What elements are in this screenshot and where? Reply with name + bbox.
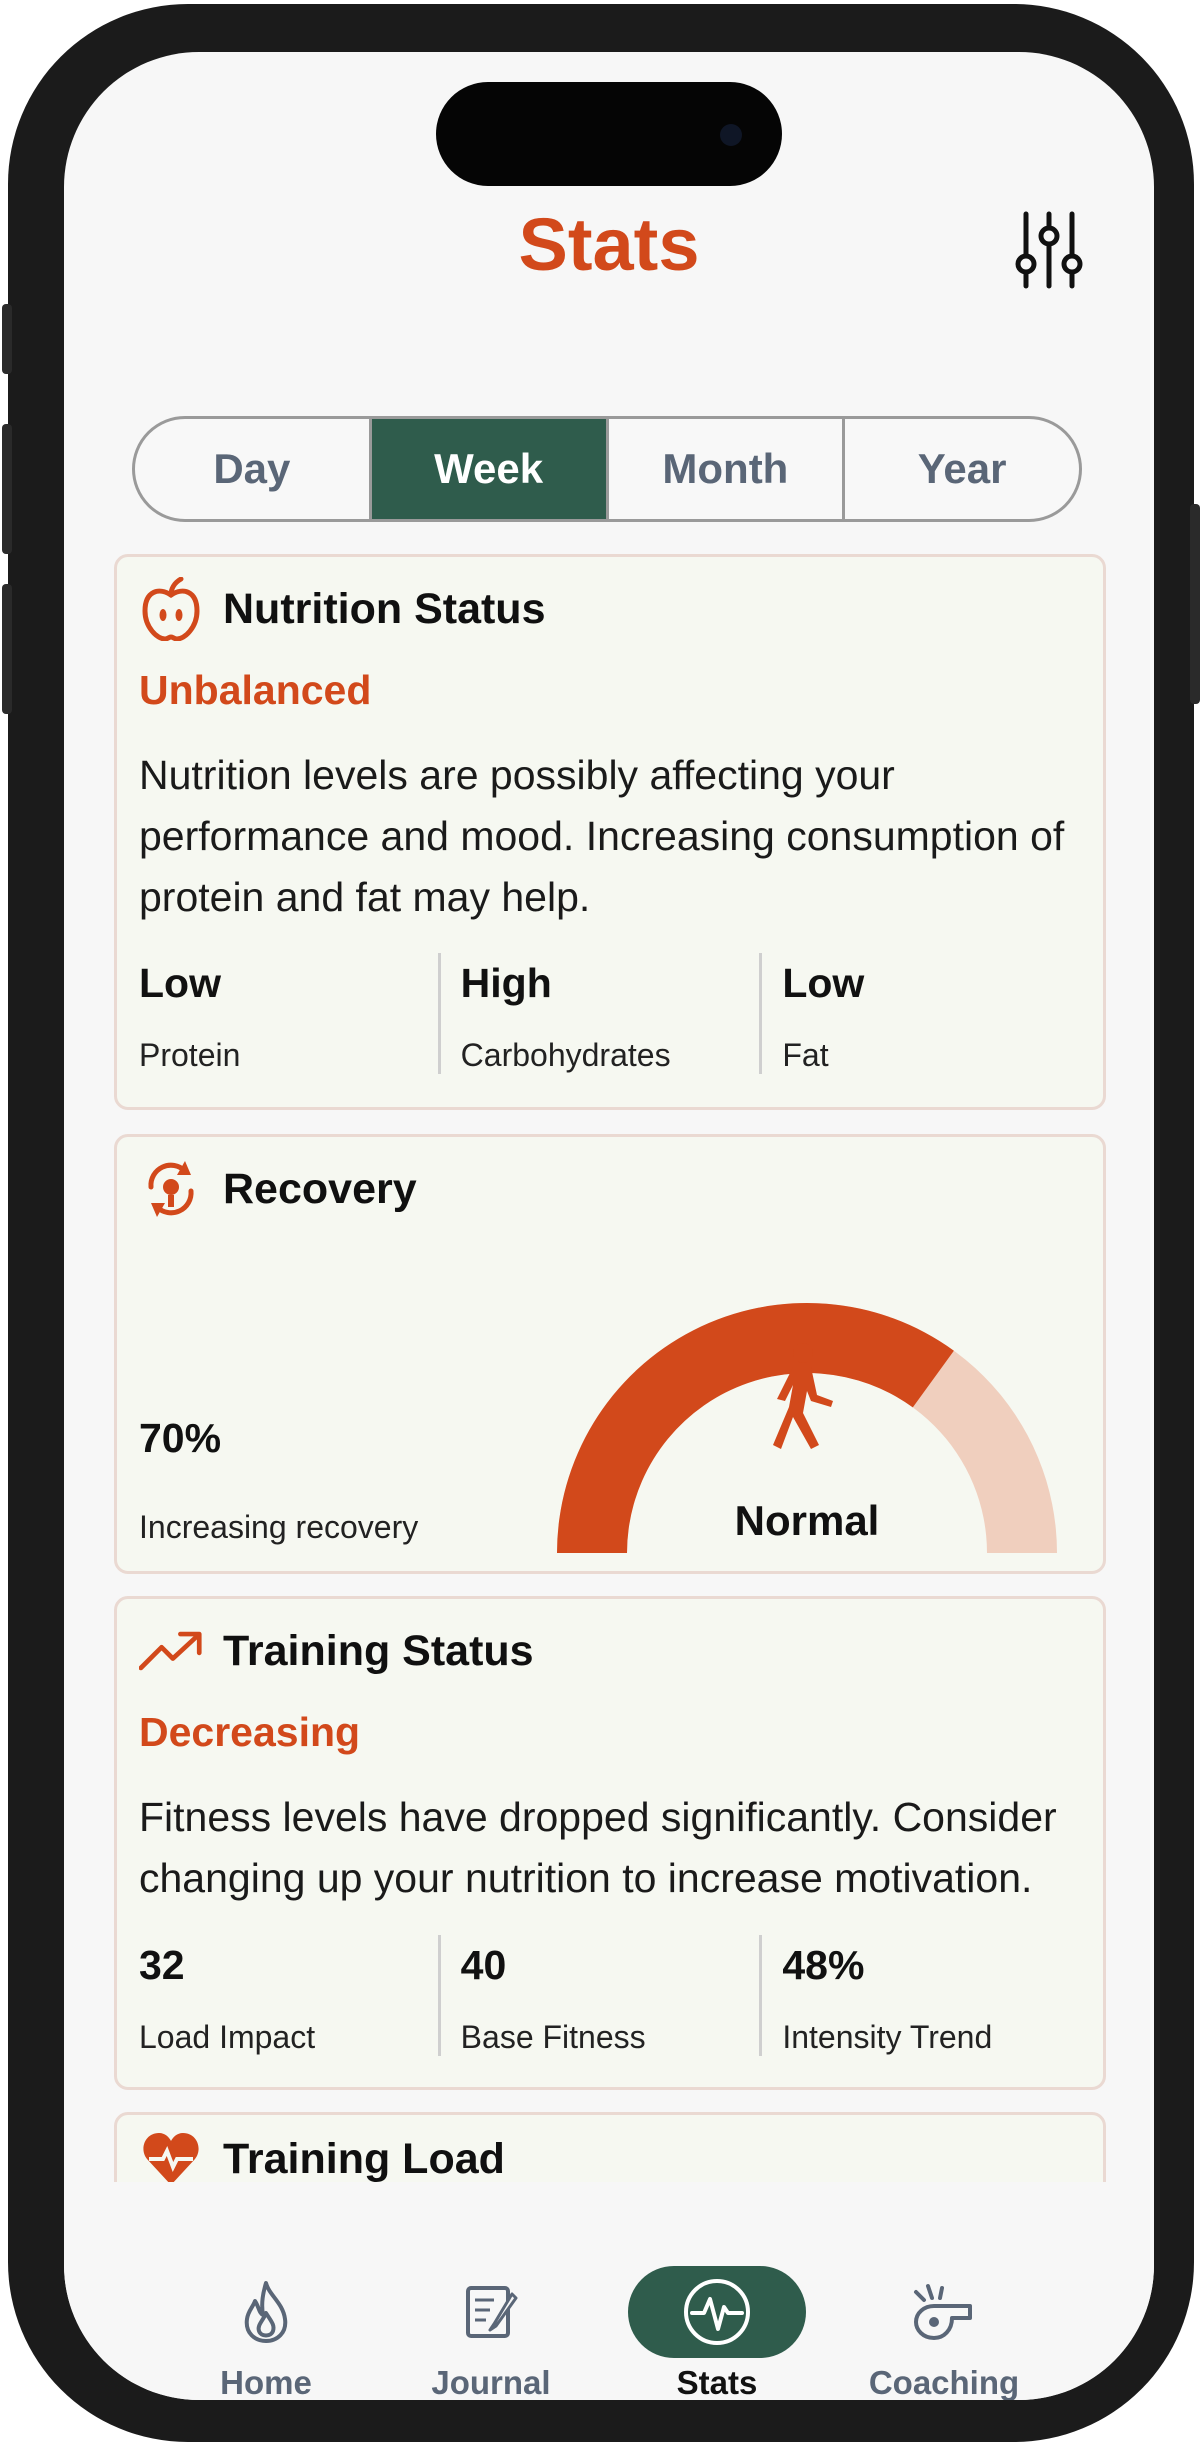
pulse-icon <box>628 2266 806 2358</box>
nav-coaching[interactable]: Coaching <box>834 2182 1054 2400</box>
tab-week[interactable]: Week <box>371 419 609 519</box>
nutrition-description: Nutrition levels are possibly affecting … <box>139 752 1065 920</box>
training-status-label: Decreasing <box>139 1709 361 1755</box>
metric-base-fitness: 40 Base Fitness <box>437 1935 760 2056</box>
camera <box>720 124 742 146</box>
recovery-caption: Increasing recovery <box>139 1509 419 1545</box>
recovery-card[interactable]: Recovery 70% Increasing recovery Normal <box>114 1134 1106 1574</box>
metric-fat: Low Fat <box>759 953 1081 1074</box>
tab-month[interactable]: Month <box>609 419 846 519</box>
nutrition-status-label: Unbalanced <box>139 667 372 713</box>
nav-home[interactable]: Home <box>156 2182 376 2400</box>
metric-label: Fat <box>782 1037 829 1073</box>
trending-up-icon <box>139 1619 203 1683</box>
journal-icon <box>381 2266 601 2358</box>
card-title: Recovery <box>223 1164 417 1213</box>
phone-frame: Stats Day Week Month Year Nutrition Stat… <box>2 4 1200 2442</box>
filter-sliders-button[interactable] <box>1014 208 1084 292</box>
metric-load-impact: 32 Load Impact <box>139 1935 438 2056</box>
recovery-icon <box>139 1157 203 1221</box>
card-title: Nutrition Status <box>223 584 546 633</box>
recovery-gauge: Normal <box>557 1302 1057 1553</box>
metric-value: Low <box>782 960 865 1006</box>
nutrition-status-card[interactable]: Nutrition Status Unbalanced Nutrition le… <box>114 554 1106 1110</box>
nutrition-metrics: Low Protein High Carbohydrates Low Fat <box>139 953 1081 1074</box>
training-description: Fitness levels have dropped significantl… <box>139 1794 1057 1901</box>
flame-icon <box>156 2266 376 2358</box>
whistle-icon <box>834 2266 1054 2358</box>
nav-label: Coaching <box>868 2364 1020 2400</box>
card-title: Training Status <box>223 1626 534 1675</box>
volume-up-button <box>2 424 12 554</box>
apple-icon <box>139 577 203 641</box>
bottom-tab-bar: Home Journal Stats Coaching <box>64 2182 1154 2400</box>
metric-protein: Low Protein <box>139 953 438 1074</box>
page-title: Stats <box>518 203 700 286</box>
card-title: Training Load <box>223 2134 505 2183</box>
recovery-percent: 70% <box>139 1415 222 1461</box>
screen: Stats Day Week Month Year Nutrition Stat… <box>64 52 1154 2400</box>
nav-journal[interactable]: Journal <box>381 2182 601 2400</box>
metric-label: Protein <box>139 1037 241 1073</box>
nav-label: Home <box>220 2364 312 2400</box>
metric-value: 48% <box>782 1942 865 1988</box>
metric-intensity-trend: 48% Intensity Trend <box>759 1935 1081 2056</box>
metric-value: 32 <box>139 1942 185 1988</box>
nav-label: Journal <box>431 2364 551 2400</box>
tab-day[interactable]: Day <box>135 419 372 519</box>
period-segmented-control: Day Week Month Year <box>132 416 1082 522</box>
nav-active-pill <box>607 2266 827 2358</box>
metric-value: High <box>460 960 552 1006</box>
gauge-label: Normal <box>735 1497 880 1544</box>
training-metrics: 32 Load Impact 40 Base Fitness 48% Inten… <box>139 1935 1081 2056</box>
metric-label: Intensity Trend <box>782 2019 993 2055</box>
metric-label: Load Impact <box>139 2019 316 2055</box>
sliders-icon <box>1015 211 1083 289</box>
tab-year[interactable]: Year <box>845 419 1079 519</box>
metric-carbohydrates: High Carbohydrates <box>437 953 760 1074</box>
metric-label: Base Fitness <box>460 2019 646 2055</box>
power-button <box>1190 504 1200 704</box>
metric-label: Carbohydrates <box>460 1037 671 1073</box>
dynamic-island <box>436 82 782 186</box>
metric-value: Low <box>139 960 221 1006</box>
nav-label: Stats <box>676 2364 758 2400</box>
action-button <box>2 304 12 374</box>
training-status-card[interactable]: Training Status Decreasing Fitness level… <box>114 1596 1106 2090</box>
metric-value: 40 <box>460 1942 507 1988</box>
volume-down-button <box>2 584 12 714</box>
nav-stats[interactable]: Stats <box>607 2182 827 2400</box>
